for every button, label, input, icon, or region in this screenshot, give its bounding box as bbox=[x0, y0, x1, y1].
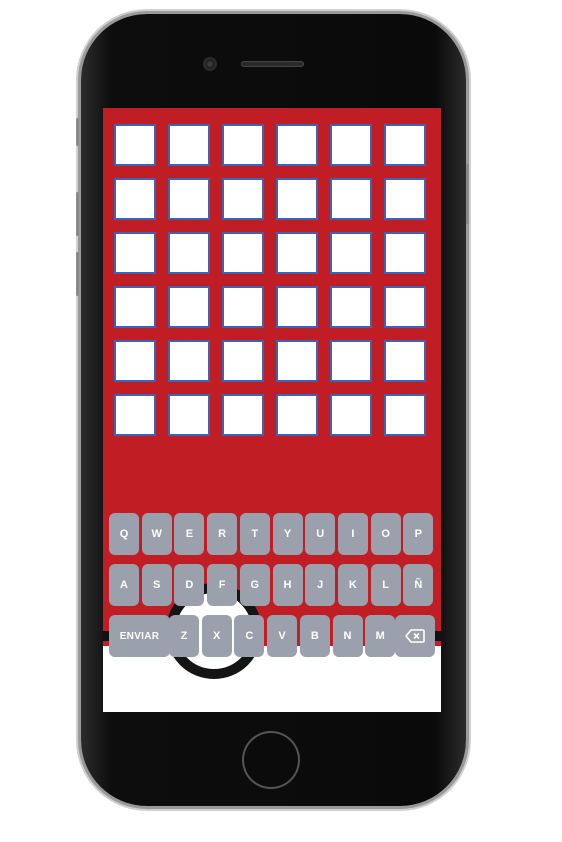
key-m[interactable]: M bbox=[365, 615, 396, 657]
grid-cell[interactable] bbox=[168, 340, 210, 382]
key-x[interactable]: X bbox=[201, 615, 232, 657]
key-d[interactable]: D bbox=[174, 564, 205, 606]
key-n[interactable]: N bbox=[332, 615, 363, 657]
key-r[interactable]: R bbox=[207, 513, 238, 555]
grid-cell[interactable] bbox=[222, 178, 264, 220]
grid-cell[interactable] bbox=[168, 232, 210, 274]
key-o[interactable]: O bbox=[370, 513, 401, 555]
grid-cell[interactable] bbox=[222, 394, 264, 436]
key-a[interactable]: A bbox=[109, 564, 139, 606]
grid-cell[interactable] bbox=[384, 124, 426, 166]
grid-cell[interactable] bbox=[276, 178, 318, 220]
grid-cell[interactable] bbox=[222, 340, 264, 382]
key-v[interactable]: V bbox=[267, 615, 298, 657]
key-i[interactable]: I bbox=[337, 513, 368, 555]
game-screen: Q W E R T Y U I O P A S D F G H J K L Ñ ENVIAR Z X C V B N M bbox=[103, 108, 441, 712]
key-h[interactable]: H bbox=[272, 564, 303, 606]
grid-cell[interactable] bbox=[276, 394, 318, 436]
grid-cell[interactable] bbox=[168, 124, 210, 166]
grid-cell[interactable] bbox=[222, 286, 264, 328]
key-z[interactable]: Z bbox=[169, 615, 199, 657]
grid-cell[interactable] bbox=[114, 178, 156, 220]
grid-cell[interactable] bbox=[330, 394, 372, 436]
backspace-icon bbox=[405, 629, 425, 643]
key-w[interactable]: W bbox=[141, 513, 172, 555]
grid-cell[interactable] bbox=[276, 124, 318, 166]
grid-cell[interactable] bbox=[114, 340, 156, 382]
grid-cell[interactable] bbox=[168, 286, 210, 328]
volume-down-button bbox=[76, 252, 79, 296]
grid-cell[interactable] bbox=[276, 340, 318, 382]
grid-cell[interactable] bbox=[222, 232, 264, 274]
grid-cell[interactable] bbox=[114, 394, 156, 436]
grid-cell[interactable] bbox=[384, 394, 426, 436]
mute-switch bbox=[76, 118, 79, 146]
key-k[interactable]: K bbox=[337, 564, 368, 606]
grid-cell[interactable] bbox=[114, 232, 156, 274]
delete-button[interactable] bbox=[395, 615, 435, 657]
home-button[interactable] bbox=[244, 733, 298, 787]
grid-cell[interactable] bbox=[384, 340, 426, 382]
earpiece-speaker bbox=[241, 61, 304, 67]
grid-cell[interactable] bbox=[114, 286, 156, 328]
front-camera bbox=[203, 57, 217, 71]
grid-cell[interactable] bbox=[384, 178, 426, 220]
grid-cell[interactable] bbox=[330, 178, 372, 220]
grid-cell[interactable] bbox=[384, 286, 426, 328]
grid-cell[interactable] bbox=[384, 232, 426, 274]
grid-cell[interactable] bbox=[114, 124, 156, 166]
grid-cell[interactable] bbox=[330, 232, 372, 274]
key-u[interactable]: U bbox=[305, 513, 336, 555]
key-f[interactable]: F bbox=[207, 564, 238, 606]
key-j[interactable]: J bbox=[305, 564, 336, 606]
grid-cell[interactable] bbox=[330, 124, 372, 166]
volume-up-button bbox=[76, 192, 79, 236]
grid-cell[interactable] bbox=[276, 232, 318, 274]
key-l[interactable]: L bbox=[370, 564, 401, 606]
grid-cell[interactable] bbox=[168, 394, 210, 436]
key-q[interactable]: Q bbox=[109, 513, 139, 555]
grid-cell[interactable] bbox=[222, 124, 264, 166]
grid-cell[interactable] bbox=[168, 178, 210, 220]
key-b[interactable]: B bbox=[299, 615, 330, 657]
key-y[interactable]: Y bbox=[272, 513, 303, 555]
grid-cell[interactable] bbox=[330, 286, 372, 328]
send-button[interactable]: ENVIAR bbox=[109, 615, 170, 657]
key-t[interactable]: T bbox=[239, 513, 270, 555]
key-e[interactable]: E bbox=[174, 513, 205, 555]
power-button bbox=[466, 164, 469, 224]
key-enie[interactable]: Ñ bbox=[403, 564, 434, 606]
key-s[interactable]: S bbox=[141, 564, 172, 606]
key-g[interactable]: G bbox=[239, 564, 270, 606]
grid-cell[interactable] bbox=[330, 340, 372, 382]
grid-cell[interactable] bbox=[276, 286, 318, 328]
key-c[interactable]: C bbox=[234, 615, 265, 657]
key-p[interactable]: P bbox=[403, 513, 434, 555]
